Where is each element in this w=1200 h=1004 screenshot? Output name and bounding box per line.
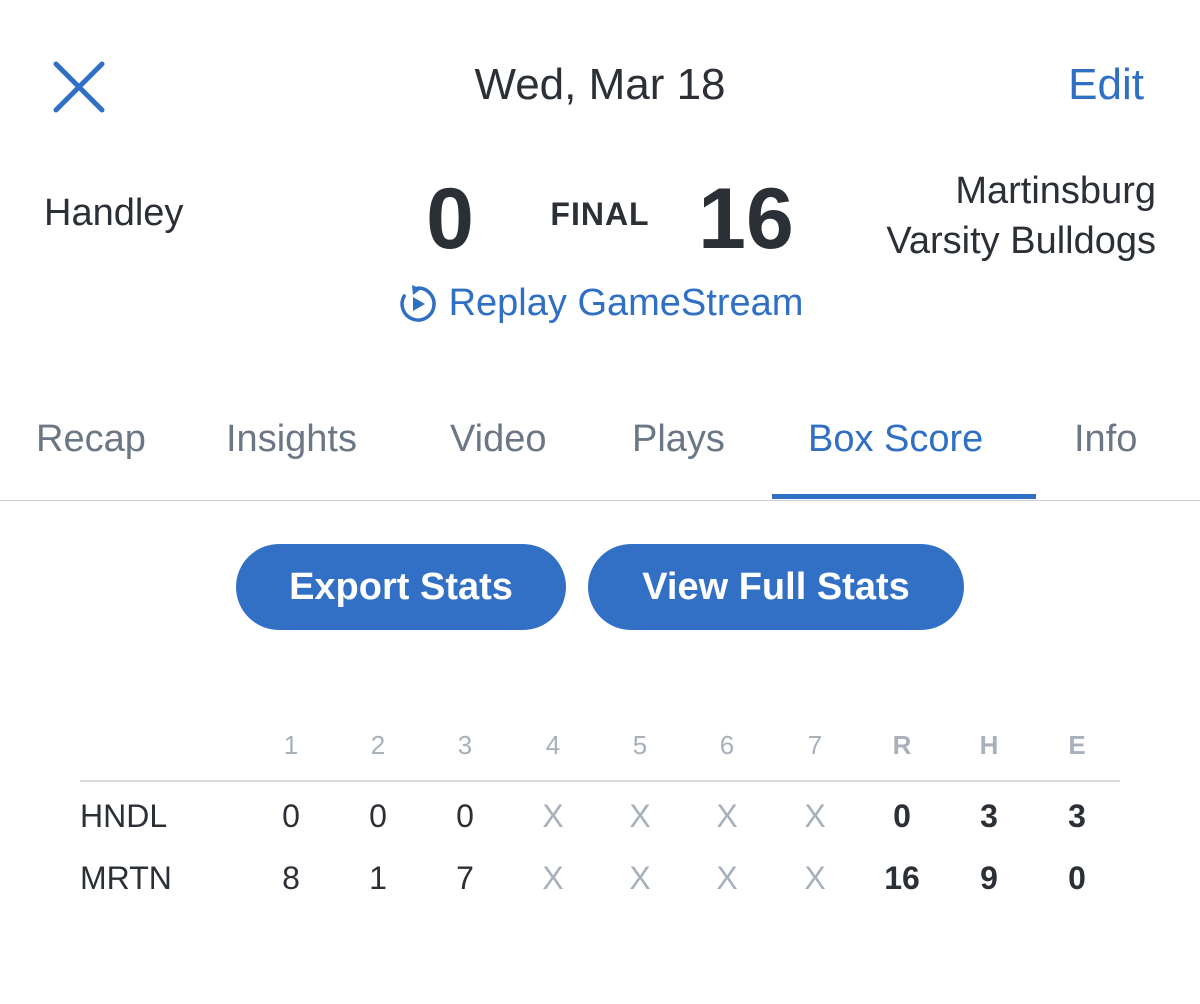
- inning-header: 4: [545, 730, 561, 760]
- edit-button[interactable]: Edit: [1068, 60, 1144, 110]
- away-score: 16: [698, 171, 794, 267]
- export-stats-button[interactable]: Export Stats: [236, 544, 566, 630]
- inning-score: X: [804, 798, 826, 834]
- inning-header: 6: [719, 730, 735, 760]
- inning-score: X: [542, 860, 564, 896]
- active-tab-indicator: [772, 494, 1036, 499]
- view-full-stats-button[interactable]: View Full Stats: [588, 544, 964, 630]
- inning-header: 5: [632, 730, 648, 760]
- inning-score: 7: [456, 860, 474, 896]
- tab-bar: Recap Insights Video Plays Box Score Inf…: [0, 404, 1200, 501]
- home-team-name: Handley: [44, 192, 184, 234]
- inning-score: 0: [282, 798, 300, 834]
- inning-score: 8: [282, 860, 300, 896]
- hits-total: 9: [980, 860, 998, 896]
- tab-box-score[interactable]: Box Score: [808, 418, 983, 461]
- errors-total: 3: [1068, 798, 1086, 834]
- inning-score: X: [629, 798, 651, 834]
- errors-total: 0: [1068, 860, 1086, 896]
- inning-header: 3: [457, 730, 473, 760]
- inning-header: 2: [370, 730, 386, 760]
- tab-recap[interactable]: Recap: [36, 418, 146, 461]
- inning-score: 0: [456, 798, 474, 834]
- inning-score: 0: [369, 798, 387, 834]
- replay-label: Replay GameStream: [448, 282, 804, 324]
- inning-header: 7: [807, 730, 823, 760]
- team-abbreviation: HNDL: [80, 798, 168, 834]
- inning-score: X: [804, 860, 826, 896]
- tab-video[interactable]: Video: [450, 418, 547, 461]
- hits-header: H: [979, 730, 999, 760]
- team-abbreviation: MRTN: [80, 860, 172, 896]
- errors-header: E: [1068, 730, 1086, 760]
- inning-score: X: [542, 798, 564, 834]
- runs-total: 16: [884, 860, 920, 896]
- replay-icon: [399, 284, 436, 322]
- tab-info[interactable]: Info: [1074, 418, 1137, 461]
- inning-score: X: [629, 860, 651, 896]
- page-title: Wed, Mar 18: [474, 60, 726, 109]
- away-team-name: Martinsburg Varsity Bulldogs: [886, 166, 1156, 266]
- table-row: HNDL 0 0 0 X X X X 0 3 3: [80, 784, 1120, 846]
- replay-gamestream-link[interactable]: Replay GameStream: [0, 282, 1200, 325]
- tab-insights[interactable]: Insights: [226, 418, 357, 461]
- inning-score: 1: [369, 860, 387, 896]
- runs-header: R: [892, 730, 912, 760]
- hits-total: 3: [980, 798, 998, 834]
- away-team-line1: Martinsburg: [955, 170, 1156, 212]
- runs-total: 0: [893, 798, 911, 834]
- table-row: MRTN 8 1 7 X X X X 16 9 0: [80, 846, 1120, 908]
- inning-score: X: [716, 860, 738, 896]
- inning-header: 1: [283, 730, 299, 760]
- box-score-table: 1 2 3 4 5 6 7 R H E HNDL 0 0 0 X X X X 0…: [80, 720, 1120, 908]
- box-score-header-row: 1 2 3 4 5 6 7 R H E: [80, 720, 1120, 782]
- inning-score: X: [716, 798, 738, 834]
- game-status: FINAL: [550, 196, 650, 232]
- home-score: 0: [426, 171, 474, 267]
- away-team-line2: Varsity Bulldogs: [886, 220, 1156, 262]
- tab-plays[interactable]: Plays: [632, 418, 725, 461]
